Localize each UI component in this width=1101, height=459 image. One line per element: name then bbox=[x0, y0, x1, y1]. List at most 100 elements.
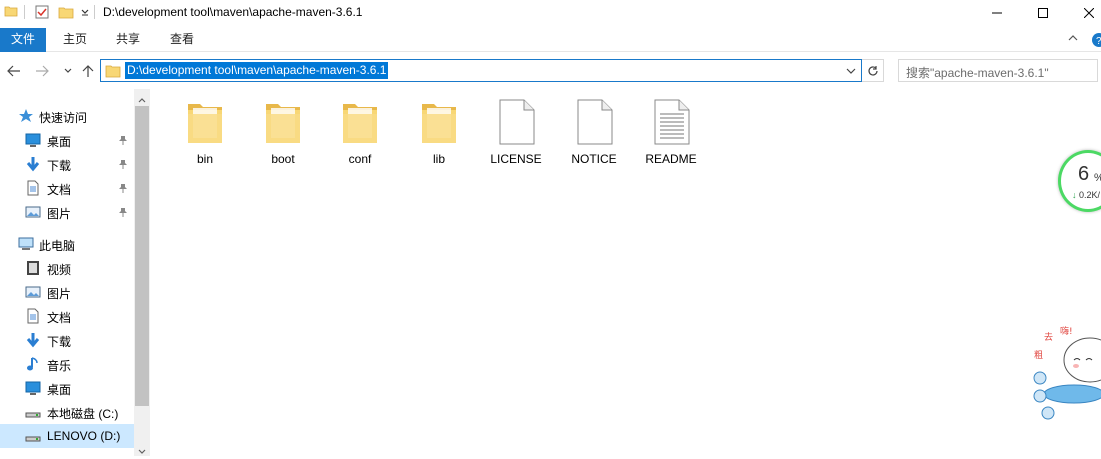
sidebar-item-label: 文档 bbox=[47, 311, 72, 325]
sidebar-item-label: 图片 bbox=[47, 207, 72, 221]
file-name: LICENSE bbox=[490, 152, 542, 166]
chevron-down-icon[interactable] bbox=[845, 65, 857, 80]
tab-file[interactable]: 文件 bbox=[0, 28, 46, 52]
sidebar-item[interactable]: 快速访问 bbox=[0, 104, 134, 128]
sidebar-item[interactable]: 此电脑 bbox=[0, 232, 134, 256]
svg-text:嗨!: 嗨! bbox=[1060, 325, 1073, 337]
tab-home[interactable]: 主页 bbox=[52, 28, 98, 52]
speed-rate: ↓ 0.2K/ bbox=[1072, 190, 1100, 200]
drive-icon bbox=[25, 428, 41, 444]
pin-icon bbox=[118, 206, 128, 220]
search-input[interactable]: 搜索"apache-maven-3.6.1" bbox=[898, 59, 1098, 82]
sidebar-item-label: 音乐 bbox=[47, 359, 72, 373]
sidebar-item-label: 桌面 bbox=[47, 383, 72, 397]
sidebar-item[interactable]: 文档 bbox=[0, 304, 134, 328]
text-file-icon bbox=[651, 98, 691, 146]
desktop-icon bbox=[25, 132, 41, 148]
properties-icon[interactable] bbox=[34, 4, 50, 23]
sidebar-item[interactable]: 文档 bbox=[0, 176, 134, 200]
folder-icon bbox=[263, 98, 303, 146]
search-placeholder: 搜索"apache-maven-3.6.1" bbox=[906, 66, 1049, 80]
recent-locations-button[interactable] bbox=[58, 61, 78, 81]
computer-icon bbox=[18, 236, 34, 252]
sidebar-item-label: 下载 bbox=[47, 335, 72, 349]
scrollbar-thumb[interactable] bbox=[135, 106, 149, 406]
sidebar-item[interactable]: 本地磁盘 (C:) bbox=[0, 400, 134, 424]
folder-item[interactable]: boot bbox=[246, 95, 320, 171]
sidebar-item-label: LENOVO (D:) bbox=[47, 429, 121, 443]
video-icon bbox=[25, 260, 41, 276]
sidebar-item[interactable]: 视频 bbox=[0, 256, 134, 280]
download-icon bbox=[25, 332, 41, 348]
file-name: bin bbox=[196, 152, 213, 166]
sidebar-item-label: 快速访问 bbox=[39, 111, 88, 125]
sidebar-item[interactable]: 音乐 bbox=[0, 352, 134, 376]
sidebar-item[interactable]: 下载 bbox=[0, 152, 134, 176]
help-icon[interactable]: ? bbox=[1091, 32, 1101, 51]
up-button[interactable] bbox=[78, 61, 98, 81]
sidebar-item[interactable]: LENOVO (D:) bbox=[0, 424, 134, 448]
folder-item[interactable]: bin bbox=[168, 95, 242, 171]
sidebar-item[interactable]: 下载 bbox=[0, 328, 134, 352]
file-icon bbox=[496, 98, 536, 146]
star-icon bbox=[18, 108, 34, 124]
expand-ribbon-icon[interactable] bbox=[1067, 32, 1079, 47]
pin-icon bbox=[118, 158, 128, 172]
sidebar-item[interactable]: 图片 bbox=[0, 200, 134, 224]
maximize-button[interactable] bbox=[1020, 0, 1066, 25]
tab-view[interactable]: 查看 bbox=[159, 28, 205, 52]
chevron-down-icon[interactable] bbox=[80, 6, 90, 20]
address-path[interactable]: D:\development tool\maven\apache-maven-3… bbox=[125, 62, 389, 79]
svg-text:去: 去 bbox=[1044, 331, 1053, 343]
music-icon bbox=[25, 356, 41, 372]
file-name: README bbox=[645, 152, 697, 166]
speed-rate-value: 0.2K/ bbox=[1079, 190, 1101, 200]
speed-percent: 6 bbox=[1078, 163, 1090, 185]
file-item[interactable]: NOTICE bbox=[557, 95, 631, 171]
sidebar-item-label: 本地磁盘 (C:) bbox=[47, 407, 119, 421]
sidebar-item[interactable]: 图片 bbox=[0, 280, 134, 304]
folder-item[interactable]: lib bbox=[402, 95, 476, 171]
file-name: lib bbox=[432, 152, 445, 166]
sidebar-item-label: 图片 bbox=[47, 287, 72, 301]
folder-icon bbox=[4, 4, 18, 21]
sidebar-scrollbar[interactable] bbox=[134, 89, 150, 456]
new-folder-icon[interactable] bbox=[58, 4, 74, 23]
address-bar[interactable]: D:\development tool\maven\apache-maven-3… bbox=[100, 59, 862, 82]
forward-button[interactable] bbox=[32, 61, 52, 81]
mascot-sticker: 去 嗨! 粗 bbox=[1030, 320, 1101, 420]
picture-icon bbox=[25, 284, 41, 300]
scroll-down-icon[interactable] bbox=[138, 445, 146, 459]
svg-text:粗: 粗 bbox=[1034, 349, 1043, 361]
file-item[interactable]: README bbox=[634, 95, 708, 171]
folder-item[interactable]: conf bbox=[323, 95, 397, 171]
folder-icon bbox=[419, 98, 459, 146]
file-name: NOTICE bbox=[571, 152, 617, 166]
sidebar-item[interactable]: 桌面 bbox=[0, 128, 134, 152]
document-icon bbox=[25, 308, 41, 324]
file-list: bin boot conf lib LICENSE NOTICE README bbox=[150, 89, 1101, 456]
picture-icon bbox=[25, 204, 41, 220]
navigation-pane: 快速访问 桌面 下载 文档 图片 此电脑 视频 图片 文档 下载 音乐 桌面 本地磁盘 (C:) LENO… bbox=[0, 89, 150, 456]
file-item[interactable]: LICENSE bbox=[479, 95, 553, 171]
arrow-down-icon: ↓ bbox=[1072, 190, 1077, 200]
tab-share[interactable]: 共享 bbox=[105, 28, 151, 52]
desktop-icon bbox=[25, 380, 41, 396]
ribbon-tabs: 文件 主页 共享 查看 ? bbox=[0, 28, 1101, 52]
scroll-up-icon[interactable] bbox=[138, 93, 146, 107]
file-name: boot bbox=[271, 152, 295, 166]
close-button[interactable] bbox=[1066, 0, 1101, 25]
window-title: D:\development tool\maven\apache-maven-3… bbox=[103, 5, 363, 19]
file-name: conf bbox=[348, 152, 372, 166]
sidebar-item-label: 此电脑 bbox=[39, 239, 76, 253]
drive-icon bbox=[25, 404, 41, 420]
sidebar-item[interactable]: 桌面 bbox=[0, 376, 134, 400]
sidebar-item-label: 下载 bbox=[47, 159, 72, 173]
folder-icon bbox=[185, 98, 225, 146]
refresh-button[interactable] bbox=[862, 59, 884, 82]
minimize-button[interactable] bbox=[974, 0, 1020, 25]
back-button[interactable] bbox=[4, 61, 24, 81]
folder-icon bbox=[340, 98, 380, 146]
title-bar: D:\development tool\maven\apache-maven-3… bbox=[0, 0, 1101, 25]
navigation-bar: D:\development tool\maven\apache-maven-3… bbox=[0, 56, 1101, 88]
